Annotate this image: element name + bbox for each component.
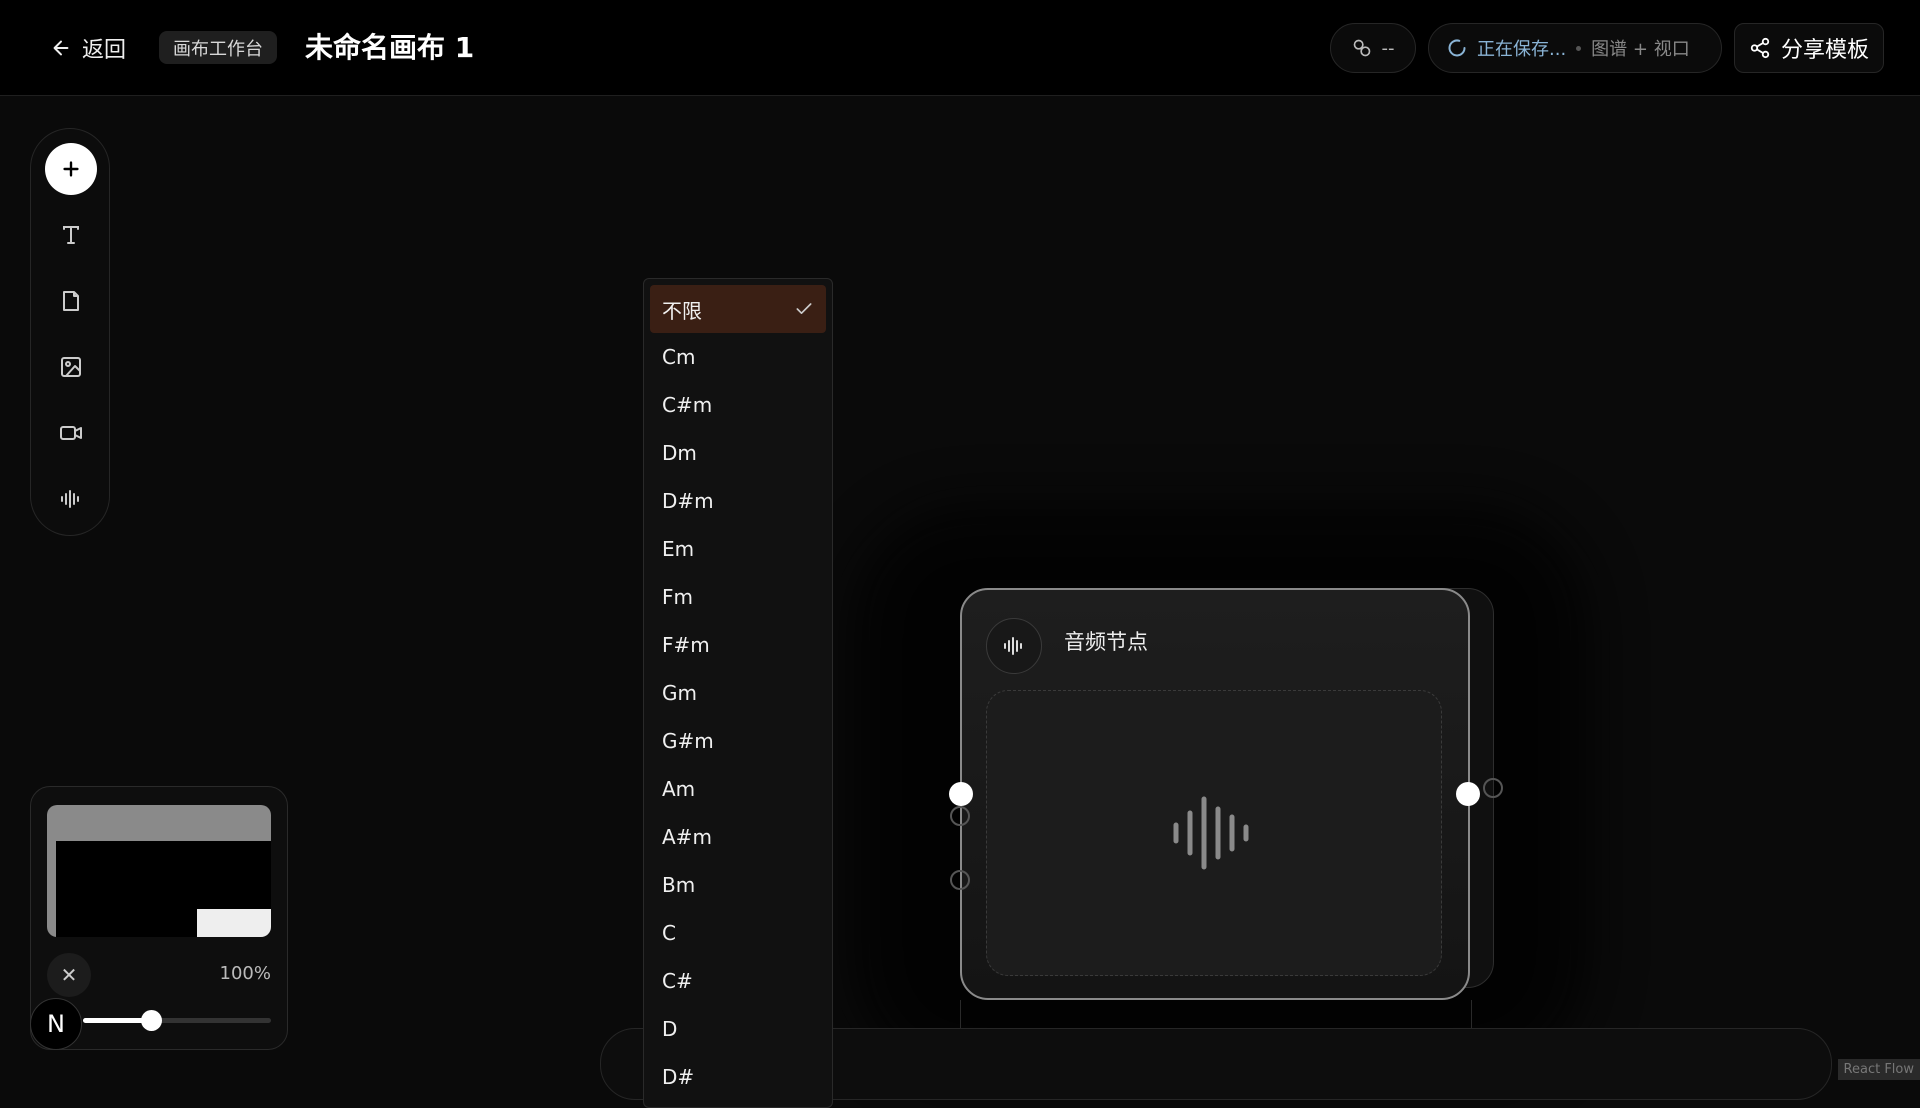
minimap-close-button[interactable]: ✕: [47, 953, 91, 997]
node-audio-icon: [986, 618, 1042, 674]
minimap-node: [197, 909, 271, 937]
add-video-button[interactable]: [45, 407, 97, 459]
dropdown-option[interactable]: Dm: [650, 429, 826, 477]
key-select-dropdown[interactable]: 不限 Cm C#m Dm D#m Em Fm F#m Gm G#m Am A#m Bm C C# D D#: [643, 278, 833, 1108]
dropdown-option[interactable]: D#: [650, 1053, 826, 1101]
input-port-ring[interactable]: [950, 870, 970, 890]
dropdown-option-label: C#m: [662, 393, 713, 417]
top-header: 返回 画布工作台 未命名画布 1 -- 正在保存... 图谱 + 视口 分享模板: [0, 0, 1920, 96]
node-connector-lines: [960, 1000, 1472, 1028]
save-scope-text: 图谱 + 视口: [1591, 39, 1690, 60]
add-text-button[interactable]: [45, 209, 97, 261]
arrow-left-icon: [53, 40, 69, 56]
dropdown-option-label: Em: [662, 537, 695, 561]
input-handle[interactable]: [949, 782, 973, 806]
dropdown-option-label: F#m: [662, 633, 710, 657]
dropdown-option[interactable]: Em: [650, 525, 826, 573]
audio-node[interactable]: 音频节点: [960, 588, 1470, 1000]
minimap-viewport[interactable]: [47, 805, 271, 937]
link-icon: [1353, 39, 1370, 57]
save-status-pill: 正在保存... 图谱 + 视口: [1428, 23, 1722, 73]
back-label: 返回: [82, 38, 127, 63]
node-title: 音频节点: [1064, 630, 1148, 654]
dropdown-option[interactable]: A#m: [650, 813, 826, 861]
close-icon: ✕: [60, 963, 78, 987]
dropdown-option-label: G#m: [662, 729, 714, 753]
image-icon: [61, 357, 81, 377]
share-label: 分享模板: [1780, 38, 1869, 63]
document-icon: [63, 291, 79, 311]
add-audio-button[interactable]: [45, 473, 97, 525]
dropdown-option[interactable]: 不限: [650, 285, 826, 333]
dropdown-option[interactable]: Fm: [650, 573, 826, 621]
dropdown-option-label: Gm: [662, 681, 697, 705]
add-document-button[interactable]: [45, 275, 97, 327]
dropdown-option[interactable]: F#m: [650, 621, 826, 669]
audio-wave-icon: [61, 490, 79, 508]
audio-wave-icon: [1173, 796, 1249, 870]
share-template-button[interactable]: 分享模板: [1734, 23, 1884, 73]
add-image-button[interactable]: [45, 341, 97, 393]
save-status-text: 正在保存...: [1477, 39, 1567, 60]
dropdown-option-label: 不限: [662, 298, 702, 323]
dropdown-option-label: Bm: [662, 873, 696, 897]
output-port-ring[interactable]: [1483, 778, 1503, 798]
video-icon: [60, 426, 82, 440]
input-port-ring[interactable]: [950, 806, 970, 826]
audio-wave-icon: [1004, 637, 1022, 655]
dropdown-option[interactable]: Gm: [650, 669, 826, 717]
dropdown-option[interactable]: Cm: [650, 333, 826, 381]
output-handle[interactable]: [1456, 782, 1480, 806]
dropdown-option[interactable]: C: [650, 909, 826, 957]
zoom-slider[interactable]: [83, 1010, 271, 1031]
collaboration-status[interactable]: --: [1330, 23, 1416, 73]
back-button[interactable]: 返回: [50, 30, 126, 66]
add-node-button[interactable]: [45, 143, 97, 195]
minimap-region: [47, 841, 56, 937]
dropdown-option-label: D#: [662, 1065, 695, 1089]
zoom-level: 100%: [219, 963, 271, 984]
dropdown-option[interactable]: Am: [650, 765, 826, 813]
dropdown-option-label: A#m: [662, 825, 712, 849]
dropdown-option-label: C: [662, 921, 676, 945]
share-icon: [1750, 37, 1770, 59]
dropdown-option[interactable]: C#m: [650, 381, 826, 429]
spinner-icon: [1448, 39, 1466, 57]
dropdown-option-label: D: [662, 1017, 678, 1041]
workspace-chip[interactable]: 画布工作台: [159, 31, 277, 64]
left-toolbar: [30, 128, 110, 536]
dropdown-option-label: Am: [662, 777, 696, 801]
plus-icon: [63, 161, 79, 177]
link-status-text: --: [1381, 37, 1395, 59]
dropdown-option[interactable]: C#: [650, 957, 826, 1005]
dropdown-option-label: D#m: [662, 489, 714, 513]
dropdown-option[interactable]: D#m: [650, 477, 826, 525]
page-title: 未命名画布 1: [305, 31, 475, 64]
dropdown-option[interactable]: D: [650, 1005, 826, 1053]
react-flow-attribution[interactable]: React Flow: [1837, 1059, 1920, 1080]
dropdown-option-label: Cm: [662, 345, 696, 369]
audio-drop-area[interactable]: [986, 690, 1442, 976]
dropdown-option-label: Dm: [662, 441, 697, 465]
dropdown-option[interactable]: Bm: [650, 861, 826, 909]
minimap-region: [47, 805, 271, 841]
zoom-slider-thumb[interactable]: [140, 1010, 162, 1031]
separator-dot: [1576, 45, 1582, 51]
check-icon: [796, 303, 812, 314]
text-icon: [63, 226, 79, 244]
dropdown-option[interactable]: G#m: [650, 717, 826, 765]
dropdown-option-label: Fm: [662, 585, 693, 609]
user-avatar-badge[interactable]: N: [30, 998, 82, 1050]
dropdown-option-label: C#: [662, 969, 693, 993]
